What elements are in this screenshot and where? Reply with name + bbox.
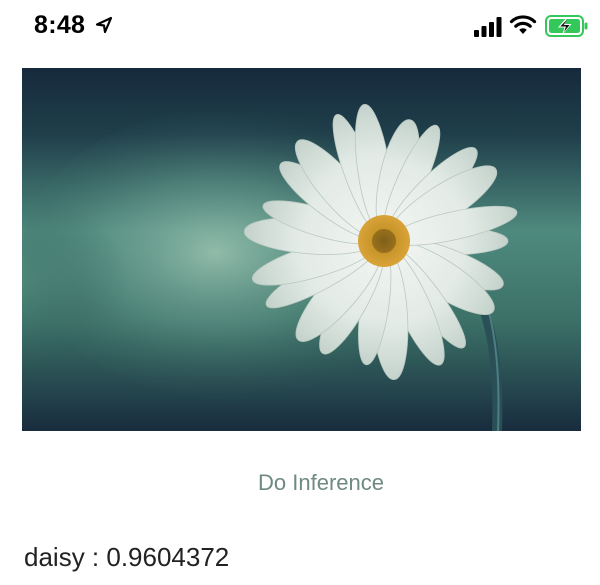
daisy-flower-image [22,68,581,431]
location-arrow-icon [95,16,113,34]
cellular-signal-icon [474,17,502,37]
wifi-icon [509,15,537,34]
status-bar: 8:48 [0,0,600,54]
inference-result: daisy : 0.9604372 [24,542,230,572]
status-time: 8:48 [34,11,86,39]
battery-charging-icon [545,15,588,37]
do-inference-button[interactable]: Do Inference [200,465,442,501]
